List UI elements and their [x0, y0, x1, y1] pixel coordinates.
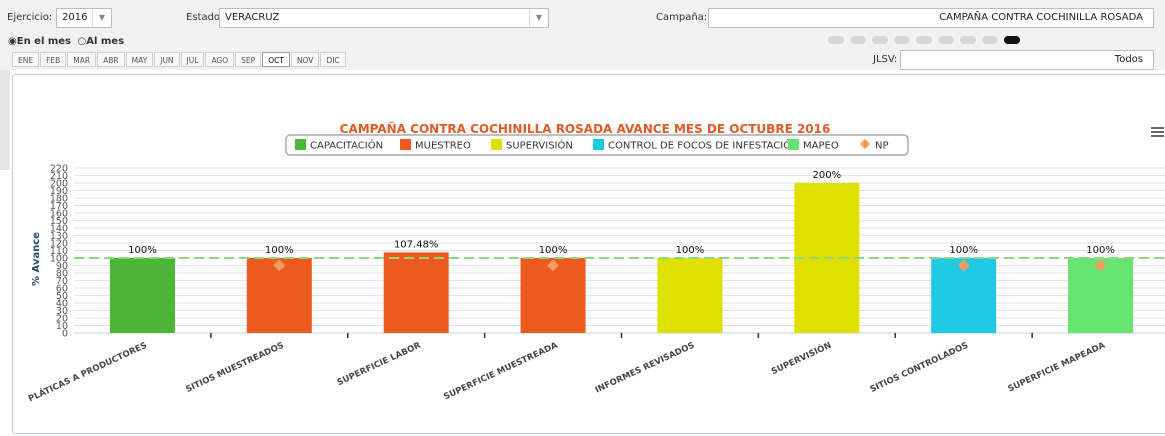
- chevron-down-icon[interactable]: ▼: [92, 9, 111, 27]
- legend-label[interactable]: CAPACITACIÓN: [310, 139, 383, 152]
- estado-label: Estado:: [186, 12, 224, 23]
- left-strip: [0, 70, 10, 170]
- carousel-dots: [828, 36, 1026, 44]
- month-tab-jul[interactable]: JUL: [180, 52, 205, 67]
- chart-y-axis: 0102030405060708090100110120130140150160…: [50, 164, 68, 340]
- chevron-down-icon[interactable]: ▼: [529, 9, 548, 27]
- x-category-label: SUPERVISIÓN: [769, 339, 833, 377]
- chart-container: 100% 100% 107.48% 100% 100% 200% 100% 100% PLÁT…: [12, 74, 1165, 434]
- x-category-label: SUPERFICIE MUESTREADA: [442, 340, 559, 402]
- jlsv-select[interactable]: Todos: [900, 50, 1154, 70]
- y-axis-title: % Avance: [31, 232, 42, 286]
- x-category-label: PLÁTICAS A PRODUCTORES: [26, 339, 149, 405]
- month-tab-nov[interactable]: NOV: [290, 52, 320, 67]
- carousel-dot[interactable]: [982, 36, 998, 44]
- legend-label[interactable]: MAPEO: [803, 141, 839, 152]
- chart-legend: CAPACITACIÓN MUESTREO SUPERVISIÓN CONTROL D…: [285, 134, 909, 156]
- ejercicio-select[interactable]: 2016 ▼: [56, 8, 112, 28]
- carousel-dot[interactable]: [916, 36, 932, 44]
- chart-grid: [74, 167, 1165, 334]
- estado-select[interactable]: VERACRUZ ▼: [219, 8, 549, 28]
- chart-title: CAMPAÑA CONTRA COCHINILLA ROSADA AVANCE …: [340, 121, 831, 136]
- campana-select[interactable]: CAMPAÑA CONTRA COCHINILLA ROSADA: [708, 8, 1154, 28]
- legend-label[interactable]: SUPERVISIÓN: [506, 139, 573, 152]
- month-tab-dic[interactable]: DIC: [320, 52, 346, 67]
- x-category-label: SITIOS MUESTREADOS: [184, 341, 285, 395]
- estado-value: VERACRUZ: [225, 12, 280, 23]
- ejercicio-label: Ejercicio:: [7, 12, 53, 23]
- month-tabs: ENE FEB MAR ABR MAY JUN JUL AGO SEP OCT NOV DIC: [12, 52, 347, 67]
- x-category-label: SITIOS CONTROLADOS: [869, 341, 970, 395]
- month-tab-abr[interactable]: ABR: [97, 52, 125, 67]
- month-tab-mar[interactable]: MAR: [67, 52, 97, 67]
- radio-al-mes[interactable]: ○Al mes: [78, 36, 125, 47]
- jlsv-value: Todos: [1114, 54, 1143, 65]
- legend-symbol[interactable]: [400, 139, 411, 150]
- carousel-dot[interactable]: [894, 36, 910, 44]
- carousel-dot[interactable]: [938, 36, 954, 44]
- bar-value-label: 100%: [676, 245, 705, 256]
- bar-value-label: 100%: [128, 245, 157, 256]
- month-tab-ene[interactable]: ENE: [12, 52, 40, 67]
- x-category-label: SUPERFICIE MAPEADA: [1007, 340, 1108, 394]
- legend-symbol[interactable]: [295, 139, 306, 150]
- chart-svg: 100% 100% 107.48% 100% 100% 200% 100% 100% PLÁT…: [26, 121, 1165, 405]
- hamburger-menu-icon[interactable]: [1151, 127, 1164, 137]
- bar-value-label: 100%: [1086, 245, 1115, 256]
- carousel-dot[interactable]: [872, 36, 888, 44]
- carousel-dot[interactable]: [960, 36, 976, 44]
- period-radio-group: ◉En el mes ○Al mes: [8, 36, 124, 47]
- x-category-label: SUPERFICIE LABOR: [336, 340, 423, 388]
- jlsv-label: JLSV:: [873, 54, 898, 65]
- month-tab-jun[interactable]: JUN: [154, 52, 180, 67]
- bar-value-label: 200%: [813, 170, 842, 181]
- carousel-dot[interactable]: [828, 36, 844, 44]
- radio-en-el-mes-label: En el mes: [16, 36, 72, 47]
- campana-label: Campaña:: [656, 12, 708, 23]
- month-tab-sep[interactable]: SEP: [235, 52, 262, 67]
- radio-al-mes-label: Al mes: [86, 36, 125, 47]
- campana-value: CAMPAÑA CONTRA COCHINILLA ROSADA: [939, 12, 1143, 23]
- y-tick-label: 220: [50, 164, 68, 175]
- legend-label[interactable]: MUESTREO: [415, 141, 471, 152]
- bar-value-label: 100%: [265, 245, 294, 256]
- bar-value-label: 100%: [539, 245, 568, 256]
- bar-value-label: 100%: [949, 245, 978, 256]
- carousel-dot[interactable]: [850, 36, 866, 44]
- bar-3[interactable]: [383, 252, 449, 333]
- x-category-label: INFORMES REVISADOS: [594, 341, 696, 396]
- month-tab-ago[interactable]: AGO: [205, 52, 235, 67]
- legend-symbol[interactable]: [593, 139, 604, 150]
- legend-symbol[interactable]: [788, 139, 799, 150]
- bar-1[interactable]: [109, 258, 175, 333]
- month-tab-may[interactable]: MAY: [125, 52, 154, 67]
- ejercicio-value: 2016: [62, 12, 88, 23]
- legend-symbol[interactable]: [491, 139, 502, 150]
- month-tab-feb[interactable]: FEB: [40, 52, 67, 67]
- carousel-dot[interactable]: [1004, 36, 1020, 44]
- chart-x-axis: PLÁTICAS A PRODUCTORES SITIOS MUESTREADOS…: [26, 333, 1108, 405]
- bar-value-label: 107.48%: [394, 239, 439, 250]
- legend-label[interactable]: NP: [875, 141, 889, 152]
- legend-label[interactable]: CONTROL DE FOCOS DE INFESTACIÓN: [608, 139, 799, 152]
- radio-en-el-mes[interactable]: ◉En el mes: [8, 36, 71, 47]
- bar-5[interactable]: [657, 258, 723, 333]
- month-tab-oct[interactable]: OCT: [262, 52, 290, 67]
